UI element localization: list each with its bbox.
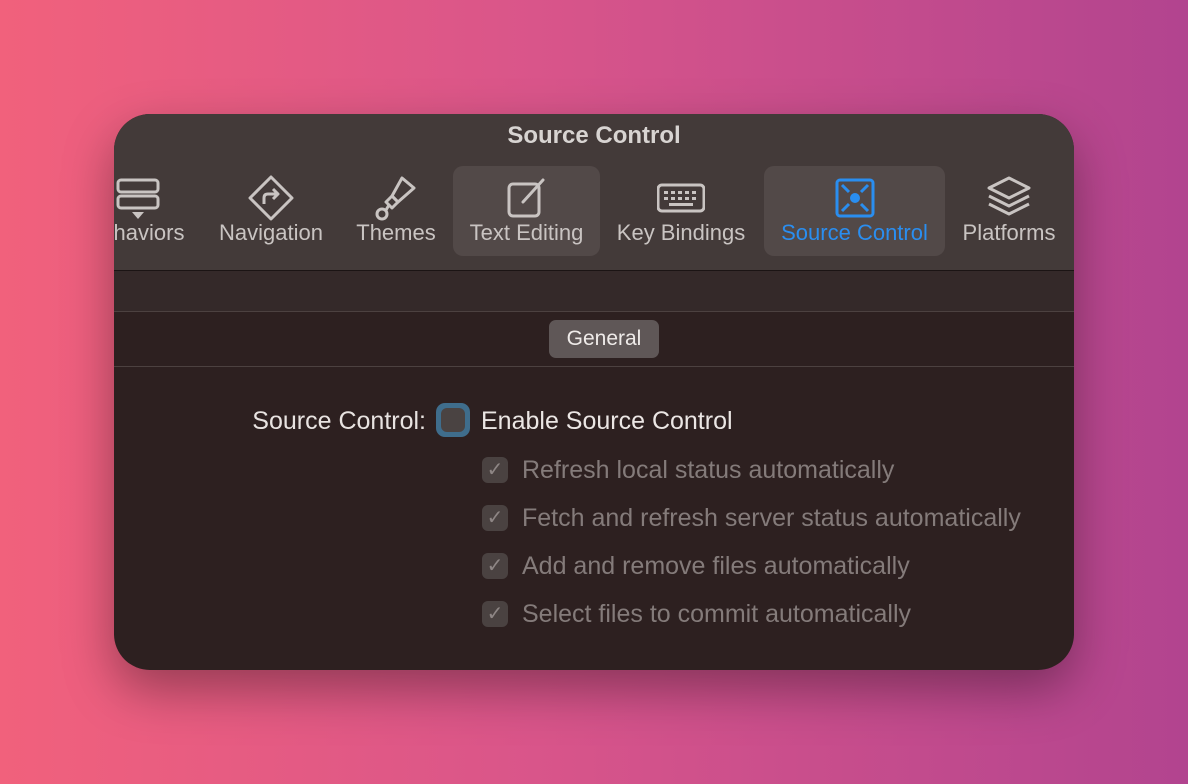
toolbar-item-label: Source Control — [781, 220, 928, 245]
navigation-icon — [248, 175, 294, 221]
enable-source-control-checkbox[interactable] — [436, 403, 470, 437]
tab-bar: General — [114, 312, 1074, 367]
preferences-window: Source Control haviors Navigation Themes… — [114, 114, 1074, 670]
layers-icon — [987, 176, 1031, 216]
toolbar-area: Source Control haviors Navigation Themes… — [114, 114, 1074, 271]
option-label: Add and remove files automatically — [522, 552, 910, 580]
toolbar-item-navigation[interactable]: Navigation — [212, 166, 330, 256]
preferences-toolbar: haviors Navigation Themes Text Editing K… — [114, 166, 1074, 256]
window-title: Source Control — [507, 122, 681, 149]
keyboard-icon — [657, 183, 705, 213]
checkmark-icon[interactable]: ✓ — [482, 505, 508, 531]
toolbar-item-platforms[interactable]: Platforms — [953, 166, 1065, 256]
option-label: Refresh local status automatically — [522, 456, 895, 484]
enable-source-control-label: Enable Source Control — [481, 407, 733, 435]
toolbar-item-label: Text Editing — [469, 220, 584, 245]
toolbar-item-key-bindings[interactable]: Key Bindings — [608, 166, 754, 256]
toolbar-item-label: haviors — [114, 220, 185, 245]
checkmark-icon[interactable]: ✓ — [482, 457, 508, 483]
checkmark-icon[interactable]: ✓ — [482, 553, 508, 579]
source-control-icon — [835, 178, 874, 218]
source-control-label: Source Control: — [252, 407, 426, 435]
toolbar-item-themes[interactable]: Themes — [348, 166, 444, 256]
behaviors-icon — [116, 178, 160, 219]
option-label: Fetch and refresh server status automati… — [522, 504, 1021, 532]
settings-content: Source Control: Enable Source Control ✓ … — [114, 367, 1074, 670]
toolbar-item-label: Navigation — [219, 220, 323, 245]
toolbar-item-label: Platforms — [962, 220, 1056, 245]
toolbar-item-behaviors[interactable]: haviors — [114, 166, 194, 256]
toolbar-item-source-control[interactable]: Source Control — [764, 166, 945, 256]
toolbar-item-label: Key Bindings — [616, 220, 746, 245]
paintbrush-icon — [375, 176, 416, 221]
option-label: Select files to commit automatically — [522, 600, 912, 628]
sub-toolbar-strip — [114, 271, 1074, 312]
checkmark-icon[interactable]: ✓ — [482, 601, 508, 627]
edit-icon — [507, 178, 544, 218]
toolbar-item-label: Themes — [356, 220, 436, 245]
tab-general[interactable]: General — [549, 320, 659, 358]
toolbar-item-text-editing[interactable]: Text Editing — [453, 166, 600, 256]
